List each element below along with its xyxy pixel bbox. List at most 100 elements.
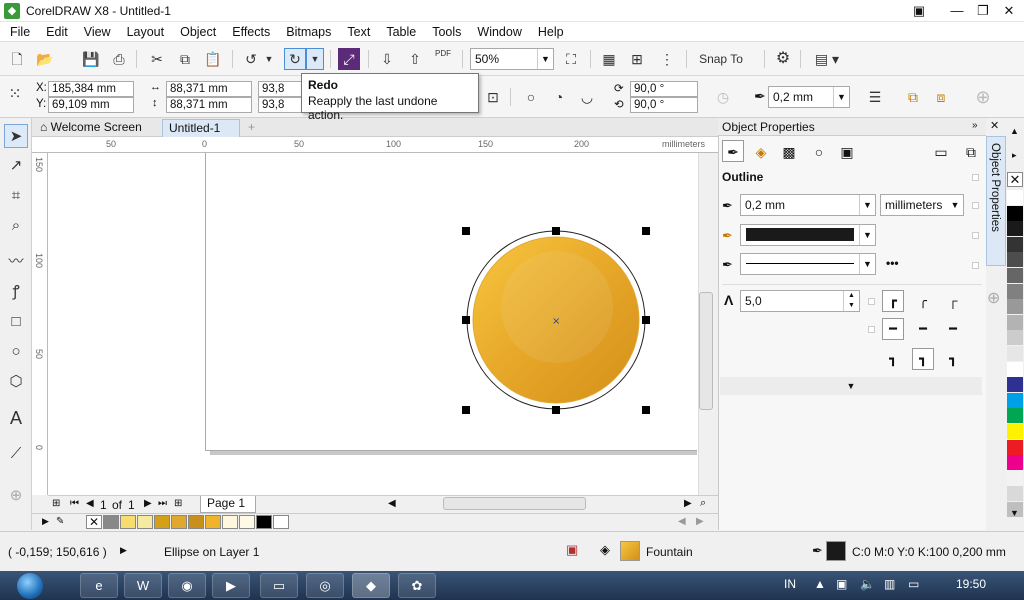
print-icon[interactable]: ⎙ (108, 48, 130, 70)
outline-swatch[interactable] (826, 541, 846, 561)
miter-corner-icon[interactable]: ┏ (882, 290, 904, 312)
full-screen-icon[interactable]: ⛶ (560, 48, 582, 70)
no-fill-swatch[interactable]: ✕ (1007, 172, 1023, 187)
palette-scroll-right-icon[interactable]: ▶ (696, 516, 704, 527)
x-position-input[interactable]: 185,384 mm (48, 81, 134, 97)
connector-tool-icon[interactable]: ⟋ (4, 442, 28, 466)
status-expand-icon[interactable]: ▶ (120, 545, 127, 556)
add-tool-icon[interactable]: ⊕ (4, 484, 28, 508)
help-icon[interactable]: ▣ (908, 2, 930, 20)
doc-color-swatch[interactable] (103, 515, 119, 529)
save-icon[interactable]: 💾 (80, 48, 102, 70)
menu-view[interactable]: View (76, 22, 119, 42)
text-tool-icon[interactable]: A (4, 406, 28, 430)
chrome-icon[interactable]: ◉ (168, 573, 206, 598)
doc-color-swatch[interactable] (222, 515, 238, 529)
starting-angle-input[interactable]: 90,0 ° (630, 81, 698, 97)
polygon-tool-icon[interactable]: ⬡ (4, 370, 28, 394)
redo-icon[interactable]: ↻ (284, 48, 306, 70)
snap-to-button[interactable]: Snap To ▾ (694, 48, 748, 86)
outline-pen-tab-icon[interactable]: ✒ (722, 140, 744, 162)
search-content-icon[interactable]: ⤢ (338, 48, 360, 70)
show-grid-icon[interactable]: ⊞ (626, 48, 648, 70)
palette-color-swatch[interactable] (1007, 205, 1023, 221)
palette-color-swatch[interactable] (1007, 299, 1023, 315)
pie-mode-icon[interactable]: ◔ (548, 86, 570, 108)
power-icon[interactable]: ▭ (908, 577, 919, 591)
paste-icon[interactable]: 📋 (202, 48, 224, 70)
file-explorer-icon[interactable]: ▭ (260, 573, 298, 598)
word-icon[interactable]: W (124, 573, 162, 598)
horizontal-ruler[interactable]: 50 0 50 100 150 200 millimeters (32, 137, 718, 153)
fill-tab-icon[interactable]: ◈ (750, 140, 772, 162)
ellipse-mode-icon[interactable]: ○ (520, 86, 542, 108)
application-launcher-icon[interactable]: ▤ ▾ (808, 48, 846, 70)
palette-color-swatch[interactable] (1007, 314, 1023, 330)
add-property-icon[interactable]: ⊕ (972, 86, 994, 108)
scroll-right-icon[interactable]: ▶ (684, 498, 692, 509)
internet-explorer-icon[interactable]: e (80, 573, 118, 598)
palette-color-swatch[interactable] (1007, 470, 1023, 486)
zoom-tool-icon[interactable]: ⌕ (4, 214, 28, 238)
line-cap-extended-icon[interactable]: ━ (942, 318, 964, 340)
menu-table[interactable]: Table (378, 22, 424, 42)
palette-color-swatch[interactable] (1007, 252, 1023, 268)
palette-scroll-down-icon[interactable]: ▼ (1010, 508, 1019, 518)
docker-options-icon[interactable]: ⧉ (960, 140, 982, 162)
menu-object[interactable]: Object (172, 22, 224, 42)
frame-icon[interactable]: ▭ (930, 140, 952, 162)
doc-color-swatch[interactable] (239, 515, 255, 529)
add-page-after-icon[interactable]: ⊞ (174, 498, 182, 509)
palette-color-swatch[interactable] (1007, 455, 1023, 471)
menu-window[interactable]: Window (469, 22, 529, 42)
doc-color-swatch[interactable] (120, 515, 136, 529)
restore-button[interactable]: ❐ (972, 2, 994, 20)
doc-color-swatch[interactable] (137, 515, 153, 529)
menu-file[interactable]: File (2, 22, 38, 42)
minimize-button[interactable]: — (946, 2, 968, 20)
position-outside-icon[interactable]: ┓ (882, 348, 904, 370)
text-wrap-icon[interactable]: ☰ (864, 86, 886, 108)
palette-color-swatch[interactable] (1007, 408, 1023, 424)
bevel-corner-icon[interactable]: ┌ (942, 290, 964, 312)
rectangle-tool-icon[interactable]: □ (4, 310, 28, 334)
vertical-scroll-thumb[interactable] (699, 292, 713, 410)
menu-text[interactable]: Text (339, 22, 378, 42)
close-button[interactable]: ✕ (998, 2, 1020, 20)
palette-color-swatch[interactable] (1007, 268, 1023, 283)
outline-color-select[interactable]: ▼ (740, 224, 876, 246)
palette-flyout-icon[interactable]: ▸ (1012, 150, 1017, 161)
undo-dropdown-icon[interactable]: ▼ (262, 48, 276, 70)
menu-effects[interactable]: Effects (224, 22, 278, 42)
copy-icon[interactable]: ⧉ (174, 48, 196, 70)
eyedropper-icon[interactable]: ✎ (56, 516, 64, 527)
position-center-icon[interactable]: ┓ (912, 348, 934, 370)
outline-units-select[interactable]: millimeters ▼ (880, 194, 964, 216)
doc-color-swatch[interactable] (205, 515, 221, 529)
app-swirl-icon[interactable]: ◎ (306, 573, 344, 598)
import-icon[interactable]: ⇩ (376, 48, 398, 70)
horizontal-scroll-thumb[interactable] (443, 497, 586, 510)
tab-welcome-screen[interactable]: ⌂ Welcome Screen (34, 119, 160, 137)
zoom-navigator-icon[interactable]: ⌕ (700, 497, 706, 510)
open-icon[interactable]: 📂 (34, 48, 56, 70)
start-button[interactable] (6, 571, 54, 600)
selected-ellipse[interactable]: × (460, 225, 652, 417)
position-inside-icon[interactable]: ┓ (942, 348, 964, 370)
docker-collapse-icon[interactable]: » (972, 120, 978, 131)
coreldraw-taskbar-icon[interactable]: ◆ (352, 573, 390, 598)
palette-color-swatch[interactable] (1007, 439, 1023, 455)
menu-edit[interactable]: Edit (38, 22, 76, 42)
palette-color-swatch[interactable] (1007, 392, 1023, 408)
line-cap-round-icon[interactable]: ━ (912, 318, 934, 340)
menu-help[interactable]: Help (530, 22, 572, 42)
height-input[interactable]: 88,371 mm (166, 97, 252, 113)
ellipse-tab-icon[interactable]: ○ (808, 140, 830, 162)
zoom-level-select[interactable]: 50% ▼ (470, 48, 554, 70)
pick-tool-icon[interactable]: ➤ (4, 124, 28, 148)
doc-color-swatch[interactable] (188, 515, 204, 529)
palette-scroll-left-icon[interactable]: ◀ (678, 516, 686, 527)
palette-color-swatch[interactable] (1007, 190, 1023, 205)
scale-width-input[interactable]: 93,8 (258, 81, 302, 97)
transparency-tab-icon[interactable]: ▩ (778, 140, 800, 162)
